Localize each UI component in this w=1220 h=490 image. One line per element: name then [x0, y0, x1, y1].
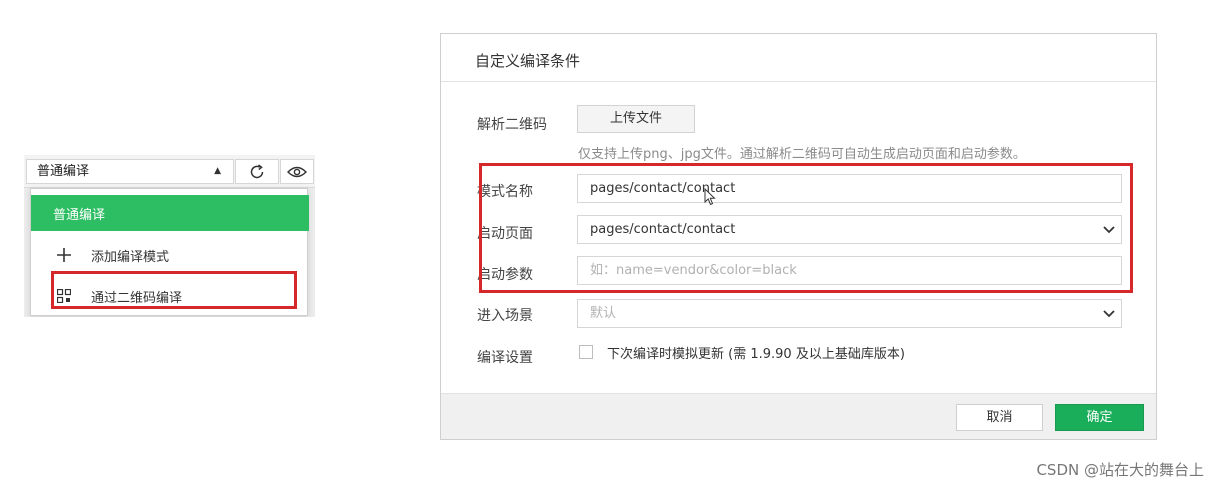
- compile-settings-label: 编译设置: [477, 350, 533, 366]
- cancel-button[interactable]: 取消: [956, 404, 1043, 431]
- qrcode-hint: 仅支持上传png、jpg文件。通过解析二维码可自动生成启动页面和启动参数。: [578, 147, 1026, 162]
- dropdown-item-normal-compile[interactable]: 普通编译: [31, 195, 309, 231]
- confirm-button[interactable]: 确定: [1055, 404, 1144, 431]
- qrcode-label: 解析二维码: [477, 117, 547, 133]
- refresh-button[interactable]: [235, 159, 279, 184]
- qrcode-icon: [55, 289, 73, 303]
- compile-mode-select[interactable]: 普通编译 ▲: [26, 159, 234, 184]
- dropdown-item-label: 普通编译: [53, 207, 106, 223]
- preview-button[interactable]: [280, 159, 314, 184]
- scene-select[interactable]: 默认: [577, 299, 1122, 328]
- simulate-update-label: 下次编译时模拟更新 (需 1.9.90 及以上基础库版本): [607, 347, 905, 362]
- dialog-footer: 取消 确定: [441, 393, 1156, 439]
- dropdown-item-add-compile-mode[interactable]: 添加编译模式: [31, 237, 309, 273]
- eye-icon: [287, 165, 307, 179]
- custom-compile-dialog: 自定义编译条件 解析二维码 上传文件 仅支持上传png、jpg文件。通过解析二维…: [440, 33, 1157, 440]
- compile-mode-dropdown: 普通编译 添加编译模式 通过二维码编译: [30, 188, 309, 316]
- start-page-value: pages/contact/contact: [590, 222, 736, 237]
- watermark: CSDN @站在大的舞台上: [1036, 461, 1204, 479]
- start-page-label: 启动页面: [477, 226, 533, 242]
- upload-file-button[interactable]: 上传文件: [577, 105, 695, 133]
- start-params-input[interactable]: 如：name=vendor&color=black: [577, 256, 1122, 285]
- simulate-update-checkbox[interactable]: [579, 345, 593, 359]
- plus-icon: [55, 248, 73, 262]
- dropdown-item-qrcode-compile[interactable]: 通过二维码编译: [31, 279, 309, 313]
- mode-name-label: 模式名称: [477, 184, 533, 200]
- refresh-icon: [248, 163, 266, 181]
- scene-label: 进入场景: [477, 308, 533, 324]
- dialog-title: 自定义编译条件: [475, 52, 581, 70]
- dropdown-item-label: 通过二维码编译: [91, 290, 183, 306]
- start-params-placeholder: 如：name=vendor&color=black: [590, 263, 797, 278]
- mode-name-input[interactable]: pages/contact/contact: [577, 174, 1122, 203]
- compile-mode-toolbar: 普通编译 ▲: [24, 155, 315, 188]
- start-params-label: 启动参数: [477, 267, 533, 283]
- compile-mode-value: 普通编译: [37, 164, 90, 179]
- start-page-select[interactable]: pages/contact/contact: [577, 215, 1122, 244]
- title-divider: [441, 81, 1156, 82]
- mouse-cursor-icon: [704, 187, 716, 210]
- chevron-down-icon: [1103, 300, 1115, 327]
- compile-mode-panel: 普通编译 ▲ 普通编译 添加编译模式 通过二维码编译: [24, 155, 315, 317]
- dropdown-item-label: 添加编译模式: [91, 249, 170, 265]
- chevron-down-icon: [1103, 216, 1115, 243]
- screenshot-stage: 普通编译 ▲ 普通编译 添加编译模式 通过二维码编译 自定义编译条件 解析二维码…: [0, 0, 1220, 490]
- scene-placeholder: 默认: [590, 306, 617, 321]
- caret-up-icon: ▲: [214, 166, 221, 176]
